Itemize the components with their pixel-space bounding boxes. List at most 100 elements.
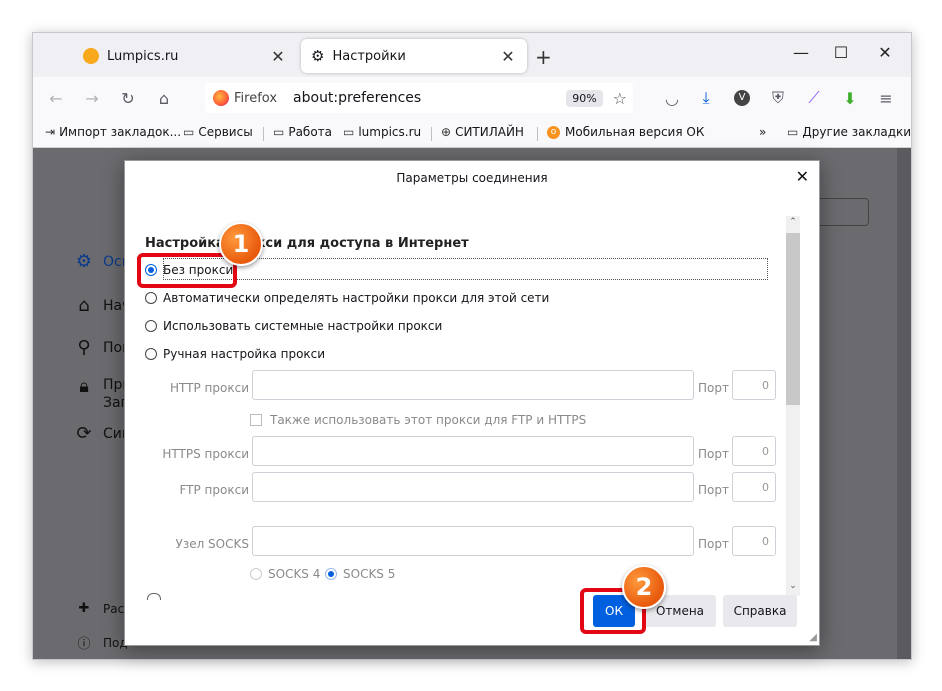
- lumpics-icon: [83, 48, 99, 64]
- close-icon[interactable]: ✕: [269, 47, 287, 66]
- radio-label: Ручная настройка прокси: [163, 347, 326, 361]
- page-scrollbar[interactable]: [897, 148, 911, 659]
- sidebar-item-search[interactable]: ⚲ Пои: [73, 337, 131, 358]
- sidebar-item-home[interactable]: ⌂ Нач: [73, 295, 130, 316]
- menu-icon[interactable]: ≡: [873, 85, 899, 111]
- checkbox-label: Также использовать этот прокси для FTP и…: [270, 413, 587, 427]
- close-window-icon[interactable]: ✕: [873, 43, 897, 62]
- http-proxy-input[interactable]: [252, 370, 694, 400]
- http-port-input[interactable]: 0: [732, 370, 776, 400]
- star-icon[interactable]: ☆: [613, 89, 627, 108]
- dialog-title: Параметры соединения: [396, 171, 548, 185]
- url-text[interactable]: about:preferences: [293, 90, 566, 106]
- socks-port-label: Порт: [698, 537, 729, 551]
- radio-partial[interactable]: [147, 593, 161, 600]
- bookmarks-bar: ⇥ Импорт закладок... ▭ Сервисы ▭ Работа ▭ lu…: [33, 119, 911, 148]
- radio-socks4[interactable]: SOCKS 4: [250, 567, 320, 581]
- radio-socks5[interactable]: SOCKS 5: [325, 567, 395, 581]
- sidebar-item-extensions[interactable]: ✚ Рас: [73, 601, 125, 616]
- ok-icon: o: [547, 125, 560, 139]
- gear-icon: ⚙: [311, 47, 325, 65]
- close-icon[interactable]: ✕: [796, 167, 809, 186]
- radio-button[interactable]: [145, 292, 157, 304]
- step-badge-1: 1: [219, 222, 263, 266]
- maximize-icon[interactable]: ☐: [829, 43, 853, 62]
- chevron-right-icon[interactable]: »: [759, 125, 766, 139]
- http-port-label: Порт: [698, 381, 729, 395]
- bookmark-other[interactable]: ▭ Другие закладки: [787, 125, 911, 139]
- search-icon: ⚲: [77, 337, 91, 358]
- shield-icon[interactable]: ⛨: [765, 85, 791, 111]
- zoom-badge[interactable]: 90%: [566, 89, 603, 107]
- bookmark-lumpics[interactable]: ▭ lumpics.ru: [343, 125, 421, 139]
- download-icon[interactable]: ⤓: [693, 85, 719, 111]
- radio-label: Автоматически определять настройки прокс…: [163, 291, 550, 305]
- radio-label: Использовать системные настройки прокси: [163, 319, 443, 333]
- resize-grip-icon[interactable]: ◢: [809, 632, 817, 643]
- socks-port-input[interactable]: 0: [732, 526, 776, 556]
- find-in-settings-input[interactable]: [817, 198, 869, 226]
- radio-button[interactable]: [325, 568, 337, 580]
- bookmark-label: Импорт закладок...: [59, 125, 182, 139]
- https-port-input[interactable]: 0: [732, 436, 776, 466]
- tab-label: Настройки: [332, 48, 406, 64]
- radio-system-proxy[interactable]: Использовать системные настройки прокси: [145, 319, 442, 333]
- back-icon[interactable]: ←: [43, 85, 69, 111]
- sidebar-item-general[interactable]: ⚙ Осн: [73, 251, 131, 272]
- https-port-label: Порт: [698, 447, 729, 461]
- radio-button[interactable]: [250, 568, 262, 580]
- sidebar-item-privacy[interactable]: 🔒︎ При Зап: [73, 376, 131, 412]
- bookmark-label: lumpics.ru: [358, 125, 422, 139]
- scrollbar-thumb[interactable]: [786, 233, 800, 405]
- bookmark-citilink[interactable]: ⊕ СИТИЛАЙН: [441, 125, 524, 139]
- help-button[interactable]: Справка: [723, 595, 797, 627]
- radio-button[interactable]: [145, 320, 157, 332]
- pocket-icon[interactable]: ◡: [659, 85, 685, 111]
- checkbox[interactable]: [250, 414, 262, 426]
- tab-settings[interactable]: ⚙ Настройки ✕: [301, 39, 527, 73]
- bookmark-import[interactable]: ⇥ Импорт закладок...: [45, 125, 181, 139]
- socks-host-input[interactable]: [252, 526, 694, 556]
- ftp-port-label: Порт: [698, 483, 729, 497]
- home-icon[interactable]: ⌂: [151, 85, 177, 111]
- bookmark-label: Сервисы: [198, 125, 253, 139]
- bookmark-work[interactable]: ▭ Работа: [273, 125, 332, 139]
- radio-auto-detect[interactable]: Автоматически определять настройки прокс…: [145, 291, 549, 305]
- close-icon[interactable]: ✕: [499, 47, 517, 66]
- scroll-up-icon[interactable]: ⌃: [786, 217, 800, 227]
- download-helper-icon[interactable]: ⬇: [837, 85, 863, 111]
- help-icon: ⓘ: [77, 637, 91, 652]
- sidebar-item-support[interactable]: ⓘ Под: [73, 633, 127, 653]
- feather-icon[interactable]: ⟋: [801, 85, 827, 111]
- gear-icon: ⚙: [75, 251, 93, 272]
- url-bar[interactable]: Firefox about:preferences 90% ☆: [205, 83, 633, 113]
- globe-icon: ⊕: [441, 125, 452, 139]
- also-use-checkbox[interactable]: Также использовать этот прокси для FTP и…: [250, 413, 586, 427]
- vpn-icon[interactable]: V: [729, 85, 755, 111]
- folder-icon: ▭: [343, 125, 355, 139]
- radio-manual-proxy[interactable]: Ручная настройка прокси: [145, 347, 325, 361]
- minimize-icon[interactable]: —: [789, 43, 813, 62]
- lock-icon: 🔒︎: [79, 376, 89, 397]
- import-icon: ⇥: [45, 125, 56, 139]
- ftp-proxy-input[interactable]: [252, 472, 694, 502]
- ftp-port-input[interactable]: 0: [732, 472, 776, 502]
- radio-button[interactable]: [145, 348, 157, 360]
- scroll-down-icon[interactable]: ⌄: [786, 581, 800, 591]
- folder-icon: ▭: [787, 125, 799, 139]
- tab-lumpics[interactable]: Lumpics.ru ✕: [73, 39, 297, 73]
- reload-icon[interactable]: ↻: [115, 85, 141, 111]
- sidebar-item-sync[interactable]: ⟳ Син: [73, 423, 131, 444]
- identity-box[interactable]: Firefox: [211, 90, 285, 106]
- folder-icon: ▭: [183, 125, 195, 139]
- tab-bar: Lumpics.ru ✕ ⚙ Настройки ✕ + — ☐ ✕: [33, 33, 911, 77]
- radio-label: SOCKS 4: [268, 567, 321, 581]
- bookmark-services[interactable]: ▭ Сервисы: [183, 125, 253, 139]
- forward-icon[interactable]: →: [79, 85, 105, 111]
- https-proxy-input[interactable]: [252, 436, 694, 466]
- nav-bar: ← → ↻ ⌂ Firefox about:preferences 90% ☆ …: [33, 77, 911, 119]
- bookmark-ok[interactable]: o Мобильная версия ОК: [547, 125, 704, 139]
- https-proxy-label: HTTPS прокси: [162, 447, 249, 461]
- http-proxy-label: HTTP прокси: [170, 381, 249, 395]
- plus-icon[interactable]: +: [535, 45, 552, 69]
